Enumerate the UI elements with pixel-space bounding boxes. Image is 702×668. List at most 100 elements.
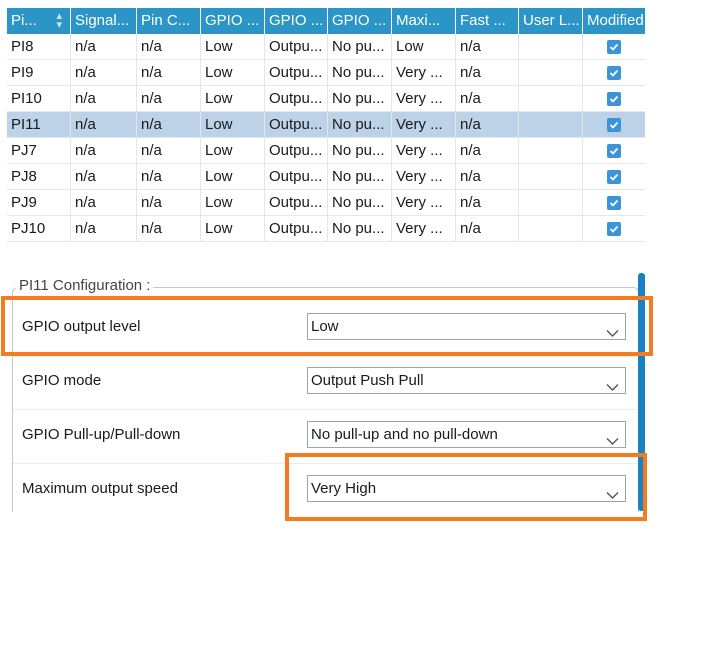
table-cell: n/a xyxy=(71,86,137,111)
table-cell: Low xyxy=(201,190,265,215)
table-row[interactable]: PJ8 n/a n/a Low Outpu... No pu... Very ... n/a xyxy=(7,164,645,190)
table-cell: Low xyxy=(201,138,265,163)
table-cell: n/a xyxy=(71,60,137,85)
table-cell: Outpu... xyxy=(265,190,328,215)
table-cell: n/a xyxy=(137,216,201,241)
column-header-pin-context[interactable]: Pin C... xyxy=(137,8,201,34)
table-cell: No pu... xyxy=(328,216,392,241)
column-header-fast-mode[interactable]: Fast ... xyxy=(456,8,519,34)
column-header-gpio-pull[interactable]: GPIO ... xyxy=(328,8,392,34)
column-header-label: User L... xyxy=(523,12,580,29)
checkbox-checked-icon[interactable] xyxy=(607,195,621,210)
checkbox-checked-icon[interactable] xyxy=(607,91,621,106)
modified-cell xyxy=(583,138,645,163)
table-cell: Outpu... xyxy=(265,138,328,163)
gpio-mode-select[interactable]: Output Push Pull xyxy=(307,367,626,394)
column-header-label: Signal... xyxy=(75,12,130,29)
table-cell: No pu... xyxy=(328,164,392,189)
table-cell: n/a xyxy=(456,216,519,241)
column-header-max-speed[interactable]: Maxi... xyxy=(392,8,456,34)
table-cell: n/a xyxy=(456,112,519,137)
table-cell: n/a xyxy=(456,190,519,215)
modified-cell xyxy=(583,164,645,189)
modified-cell xyxy=(583,34,645,59)
table-row[interactable]: PJ10 n/a n/a Low Outpu... No pu... Very ... n/a xyxy=(7,216,645,242)
column-header-label: Modified xyxy=(587,12,644,29)
gpio-mode-label: GPIO mode xyxy=(22,372,102,389)
table-cell: Very ... xyxy=(392,112,456,137)
table-cell: Very ... xyxy=(392,190,456,215)
table-cell: PI8 xyxy=(7,34,71,59)
highlight-box-output-level xyxy=(1,296,653,356)
column-header-label: Pi... xyxy=(11,12,37,29)
table-body: PI8 n/a n/a Low Outpu... No pu... Low n/a PI9 n/a… xyxy=(7,34,645,242)
highlight-box-max-speed xyxy=(285,453,647,521)
table-cell: n/a xyxy=(71,190,137,215)
select-value: Output Push Pull xyxy=(311,372,424,389)
table-cell xyxy=(519,190,583,215)
table-cell: Outpu... xyxy=(265,164,328,189)
table-cell: PI9 xyxy=(7,60,71,85)
checkbox-checked-icon[interactable] xyxy=(607,169,621,184)
table-cell: Low xyxy=(201,60,265,85)
divider xyxy=(13,356,637,357)
table-cell: n/a xyxy=(137,164,201,189)
table-row[interactable]: PI11 n/a n/a Low Outpu... No pu... Very ... n/a xyxy=(7,112,645,138)
checkbox-checked-icon[interactable] xyxy=(607,65,621,80)
table-cell: PJ8 xyxy=(7,164,71,189)
table-cell xyxy=(519,112,583,137)
table-cell: Very ... xyxy=(392,216,456,241)
column-header-user-label[interactable]: User L... xyxy=(519,8,583,34)
gpio-pull-label: GPIO Pull-up/Pull-down xyxy=(22,426,181,443)
modified-cell xyxy=(583,112,645,137)
modified-cell xyxy=(583,86,645,111)
table-row[interactable]: PI8 n/a n/a Low Outpu... No pu... Low n/a xyxy=(7,34,645,60)
table-header: Pi... ▴ ▾ Signal... Pin C... GPIO ... GPI… xyxy=(7,8,645,34)
table-cell: n/a xyxy=(71,164,137,189)
column-header-modified[interactable]: Modified xyxy=(583,8,645,34)
table-cell: Outpu... xyxy=(265,216,328,241)
column-header-pin[interactable]: Pi... ▴ ▾ xyxy=(7,8,71,34)
modified-cell xyxy=(583,216,645,241)
table-cell: Low xyxy=(392,34,456,59)
gpio-pull-select[interactable]: No pull-up and no pull-down xyxy=(307,421,626,448)
table-cell: Outpu... xyxy=(265,34,328,59)
column-header-label: Maxi... xyxy=(396,12,441,29)
table-cell: Low xyxy=(201,216,265,241)
table-cell: n/a xyxy=(137,190,201,215)
table-cell: PI10 xyxy=(7,86,71,111)
table-row[interactable]: PI10 n/a n/a Low Outpu... No pu... Very ... n/a xyxy=(7,86,645,112)
modified-cell xyxy=(583,190,645,215)
config-title: PI11 Configuration : xyxy=(16,277,154,294)
sort-updown-icon[interactable]: ▴ ▾ xyxy=(56,11,62,31)
table-cell: Very ... xyxy=(392,138,456,163)
column-header-label: Pin C... xyxy=(141,12,191,29)
column-header-label: GPIO ... xyxy=(269,12,324,29)
column-header-signal[interactable]: Signal... xyxy=(71,8,137,34)
table-cell xyxy=(519,86,583,111)
table-cell: Outpu... xyxy=(265,86,328,111)
table-cell xyxy=(519,60,583,85)
table-cell: Outpu... xyxy=(265,60,328,85)
checkbox-checked-icon[interactable] xyxy=(607,39,621,54)
table-row[interactable]: PJ7 n/a n/a Low Outpu... No pu... Very ... n/a xyxy=(7,138,645,164)
table-cell: n/a xyxy=(71,216,137,241)
table-cell: n/a xyxy=(456,60,519,85)
checkbox-checked-icon[interactable] xyxy=(607,117,621,132)
table-cell: Low xyxy=(201,86,265,111)
column-header-label: GPIO ... xyxy=(332,12,387,29)
table-row[interactable]: PI9 n/a n/a Low Outpu... No pu... Very ... n/a xyxy=(7,60,645,86)
max-output-speed-label: Maximum output speed xyxy=(22,480,178,497)
checkbox-checked-icon[interactable] xyxy=(607,221,621,236)
column-header-label: Fast ... xyxy=(460,12,506,29)
table-cell: Low xyxy=(201,164,265,189)
table-cell: No pu... xyxy=(328,60,392,85)
table-cell xyxy=(519,164,583,189)
table-cell: n/a xyxy=(456,34,519,59)
table-cell: Low xyxy=(201,34,265,59)
table-cell: No pu... xyxy=(328,34,392,59)
checkbox-checked-icon[interactable] xyxy=(607,143,621,158)
column-header-gpio-output-level[interactable]: GPIO ... xyxy=(201,8,265,34)
table-row[interactable]: PJ9 n/a n/a Low Outpu... No pu... Very ... n/a xyxy=(7,190,645,216)
column-header-gpio-mode[interactable]: GPIO ... xyxy=(265,8,328,34)
